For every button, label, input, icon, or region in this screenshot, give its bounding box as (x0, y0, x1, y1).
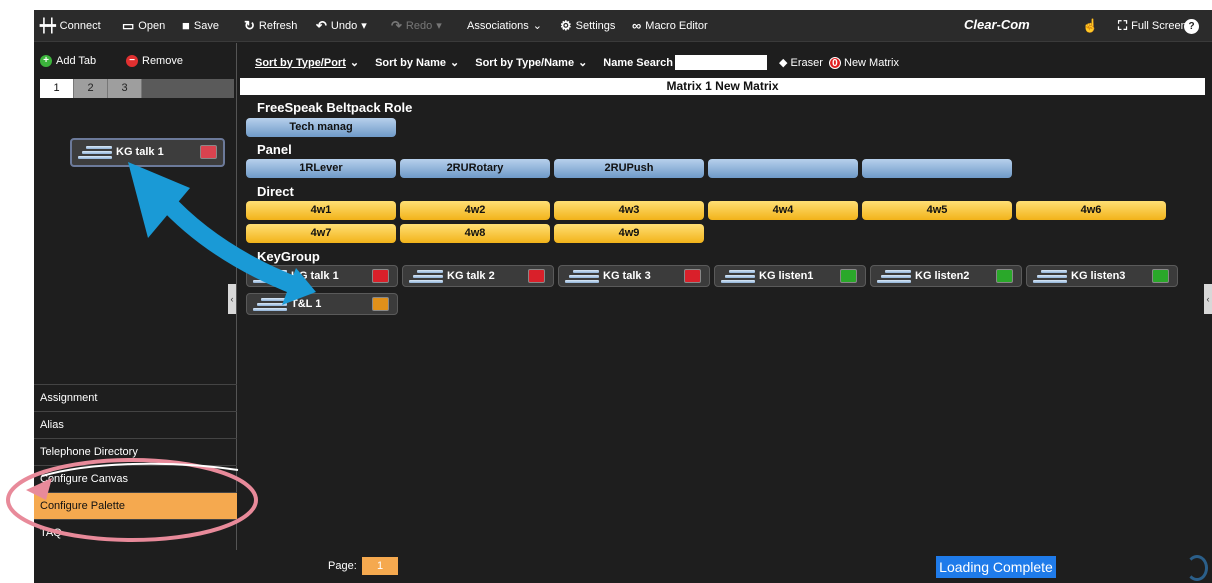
annotation-overlay (6, 162, 316, 542)
highlight-pointer-icon (26, 478, 52, 500)
arrow-body (157, 192, 300, 295)
highlight-ring (6, 458, 258, 542)
